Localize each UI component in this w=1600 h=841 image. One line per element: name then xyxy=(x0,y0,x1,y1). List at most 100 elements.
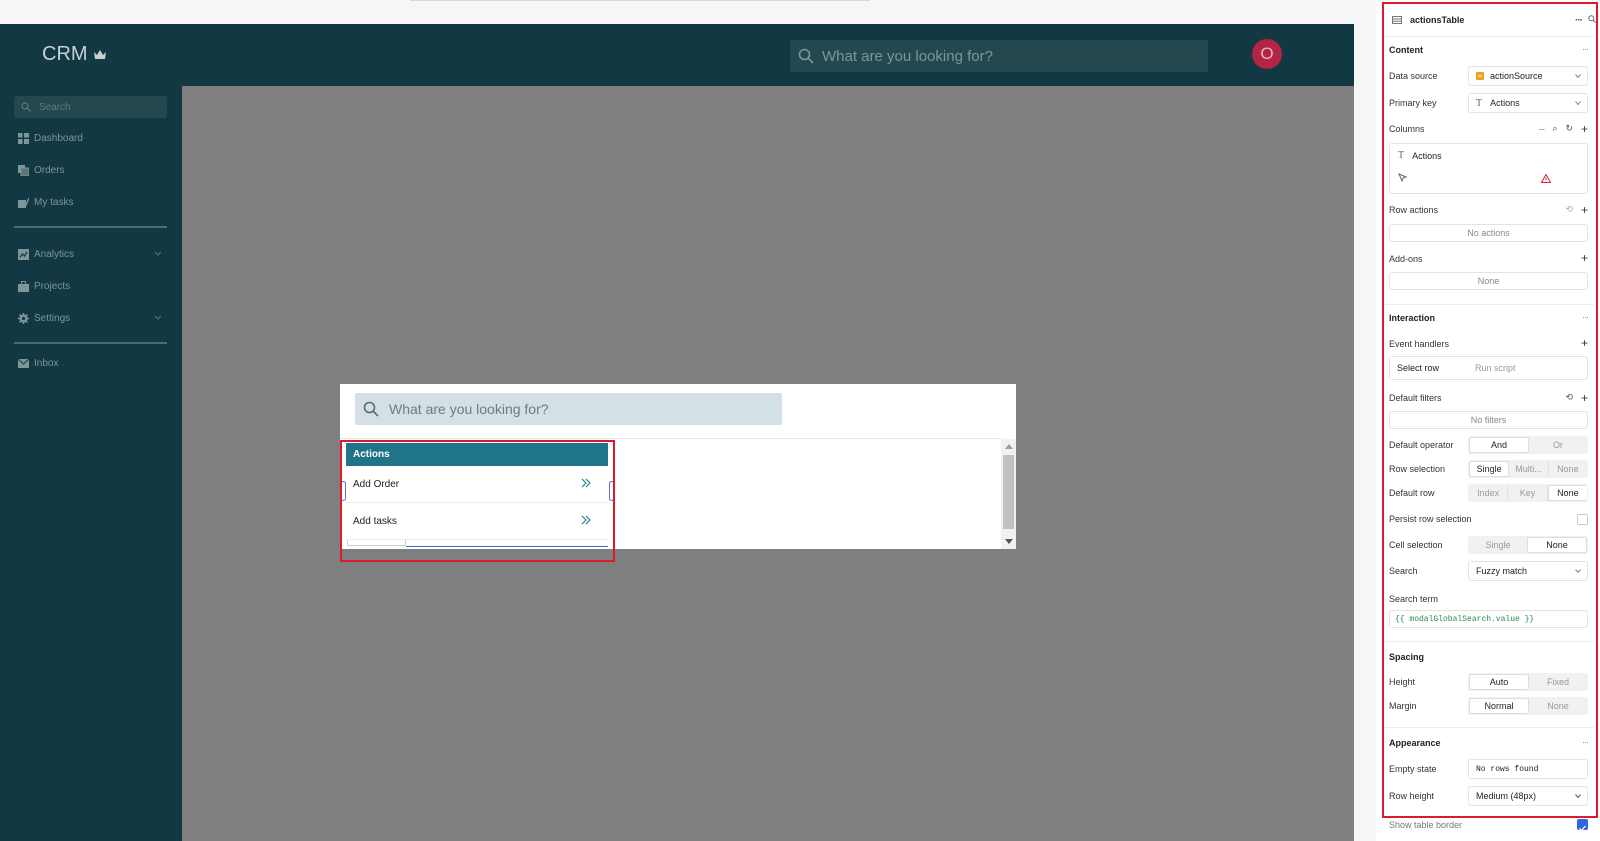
cell-selection-option-single[interactable]: Single xyxy=(1469,537,1527,553)
column-item[interactable]: T Actions xyxy=(1398,150,1442,161)
scroll-down-arrow-icon[interactable] xyxy=(1005,539,1013,544)
gear-icon xyxy=(18,312,29,324)
margin-option-normal[interactable]: Normal xyxy=(1469,698,1529,714)
columns-toolbar: ··· ⌕ ↻ + xyxy=(1538,123,1588,135)
primary-key-select[interactable]: T Actions xyxy=(1468,93,1588,113)
row-selection-option-none[interactable]: None xyxy=(1549,461,1587,477)
default-row-option-key[interactable]: Key xyxy=(1508,485,1548,501)
add-column-icon[interactable]: + xyxy=(1581,123,1588,135)
link-icon[interactable]: ⟲ xyxy=(1565,204,1573,215)
canvas: CRM What are you looking for? O Search D… xyxy=(0,0,1354,841)
cell-selection-toggle[interactable]: Single None xyxy=(1468,536,1588,554)
more-icon[interactable]: ··· xyxy=(1582,312,1589,322)
section-divider xyxy=(1382,641,1594,642)
search-term-label: Search term xyxy=(1389,594,1439,604)
add-event-handler-icon[interactable]: + xyxy=(1581,337,1588,349)
default-operator-label: Default operator xyxy=(1389,440,1454,450)
height-toggle[interactable]: Auto Fixed xyxy=(1468,673,1588,691)
sidebar-item-dashboard[interactable]: Dashboard xyxy=(18,129,166,147)
section-divider xyxy=(1382,727,1594,728)
event-handler-item[interactable]: Select row Run script xyxy=(1389,356,1588,380)
columns-label: Columns xyxy=(1389,124,1425,134)
search-term-input[interactable]: {{ modalGlobalSearch.value }} xyxy=(1389,610,1588,628)
search-icon xyxy=(21,102,31,112)
default-row-option-none[interactable]: None xyxy=(1547,485,1587,501)
row-actions-label: Row actions xyxy=(1389,205,1439,215)
data-source-value: actionSource xyxy=(1490,71,1543,81)
text-type-icon: T xyxy=(1476,97,1483,109)
avatar[interactable]: O xyxy=(1252,39,1282,69)
crown-icon xyxy=(93,50,106,59)
link-icon[interactable]: ⟲ xyxy=(1565,392,1573,403)
empty-state-input[interactable]: No rows found xyxy=(1468,759,1588,779)
scroll-thumb[interactable] xyxy=(1003,455,1014,529)
sidebar-item-my-tasks[interactable]: My tasks xyxy=(18,193,166,211)
search-icon[interactable] xyxy=(1588,15,1596,23)
empty-state-label: Empty state xyxy=(1389,764,1437,774)
show-border-checkbox[interactable] xyxy=(1577,819,1588,832)
height-option-auto[interactable]: Auto xyxy=(1469,674,1529,690)
app-preview: CRM What are you looking for? O Search D… xyxy=(0,24,1354,841)
sidebar-item-projects[interactable]: Projects xyxy=(18,277,166,295)
event-handlers-toolbar: + xyxy=(1581,337,1588,349)
primary-key-label: Primary key xyxy=(1389,98,1437,108)
default-row-toggle[interactable]: Index Key None xyxy=(1468,484,1588,502)
sidebar-item-inbox[interactable]: Inbox xyxy=(18,354,166,372)
data-source-select[interactable]: actionSource xyxy=(1468,66,1588,86)
row-height-select[interactable]: Medium (48px) xyxy=(1468,786,1588,806)
pointer-icon[interactable] xyxy=(1398,173,1408,183)
search-mode-value: Fuzzy match xyxy=(1476,566,1528,576)
link-icon[interactable]: ⌕ xyxy=(1552,123,1557,134)
addons-empty: None xyxy=(1389,272,1588,290)
check-icon xyxy=(1579,825,1586,832)
scroll-up-arrow-icon[interactable] xyxy=(1005,444,1013,449)
inspector-panel: actionsTable ··· Content ··· Data source… xyxy=(1376,0,1600,841)
default-row-option-index[interactable]: Index xyxy=(1469,485,1509,501)
operator-option-and[interactable]: And xyxy=(1469,437,1529,453)
addons-label: Add-ons xyxy=(1389,254,1423,264)
margin-toggle[interactable]: Normal None xyxy=(1468,697,1588,715)
data-source-label: Data source xyxy=(1389,71,1438,81)
margin-option-none[interactable]: None xyxy=(1529,698,1587,714)
add-addon-icon[interactable]: + xyxy=(1581,252,1588,264)
add-row-action-icon[interactable]: + xyxy=(1581,204,1588,216)
brand[interactable]: CRM xyxy=(42,43,106,66)
inspector-header: actionsTable ··· xyxy=(1392,12,1596,28)
row-selection-option-multi[interactable]: Multi... xyxy=(1509,461,1549,477)
component-name[interactable]: actionsTable xyxy=(1410,15,1464,25)
more-icon[interactable]: ··· xyxy=(1582,44,1589,54)
sidebar-item-orders[interactable]: Orders xyxy=(18,161,166,179)
more-icon[interactable]: ··· xyxy=(1538,124,1545,134)
modal-scrollbar[interactable] xyxy=(1001,439,1016,549)
brand-title: CRM xyxy=(42,43,88,65)
chart-icon xyxy=(18,248,29,260)
height-option-fixed[interactable]: Fixed xyxy=(1529,674,1587,690)
header-search-input[interactable]: What are you looking for? xyxy=(790,40,1208,72)
search-mode-select[interactable]: Fuzzy match xyxy=(1468,561,1588,581)
default-operator-toggle[interactable]: And Or xyxy=(1468,436,1588,454)
columns-list: T Actions xyxy=(1389,143,1588,194)
warning-icon[interactable] xyxy=(1541,174,1551,183)
add-filter-icon[interactable]: + xyxy=(1581,392,1588,404)
sidebar-item-analytics[interactable]: Analytics xyxy=(18,245,166,263)
section-title-interaction: Interaction xyxy=(1389,313,1436,323)
table-icon xyxy=(1392,16,1402,24)
sidebar-divider xyxy=(14,226,167,228)
persist-row-checkbox[interactable] xyxy=(1577,514,1588,525)
height-label: Height xyxy=(1389,677,1416,687)
cell-selection-option-none[interactable]: None xyxy=(1527,537,1587,553)
more-icon[interactable]: ··· xyxy=(1575,15,1583,26)
more-icon[interactable]: ··· xyxy=(1582,737,1589,747)
modal-search-placeholder: What are you looking for? xyxy=(389,401,549,417)
row-selection-toggle[interactable]: Single Multi... None xyxy=(1468,460,1588,478)
event-handlers-label: Event handlers xyxy=(1389,339,1450,349)
chevron-down-icon xyxy=(1575,569,1581,573)
sidebar-search-input[interactable]: Search xyxy=(14,96,167,118)
row-selection-option-single[interactable]: Single xyxy=(1469,461,1510,477)
sidebar-item-settings[interactable]: Settings xyxy=(18,309,166,327)
cell-selection-label: Cell selection xyxy=(1389,540,1443,550)
operator-option-or[interactable]: Or xyxy=(1529,437,1587,453)
sidebar-search-placeholder: Search xyxy=(39,101,71,113)
refresh-icon[interactable]: ↻ xyxy=(1565,123,1573,134)
modal-search-input[interactable]: What are you looking for? xyxy=(355,393,782,425)
